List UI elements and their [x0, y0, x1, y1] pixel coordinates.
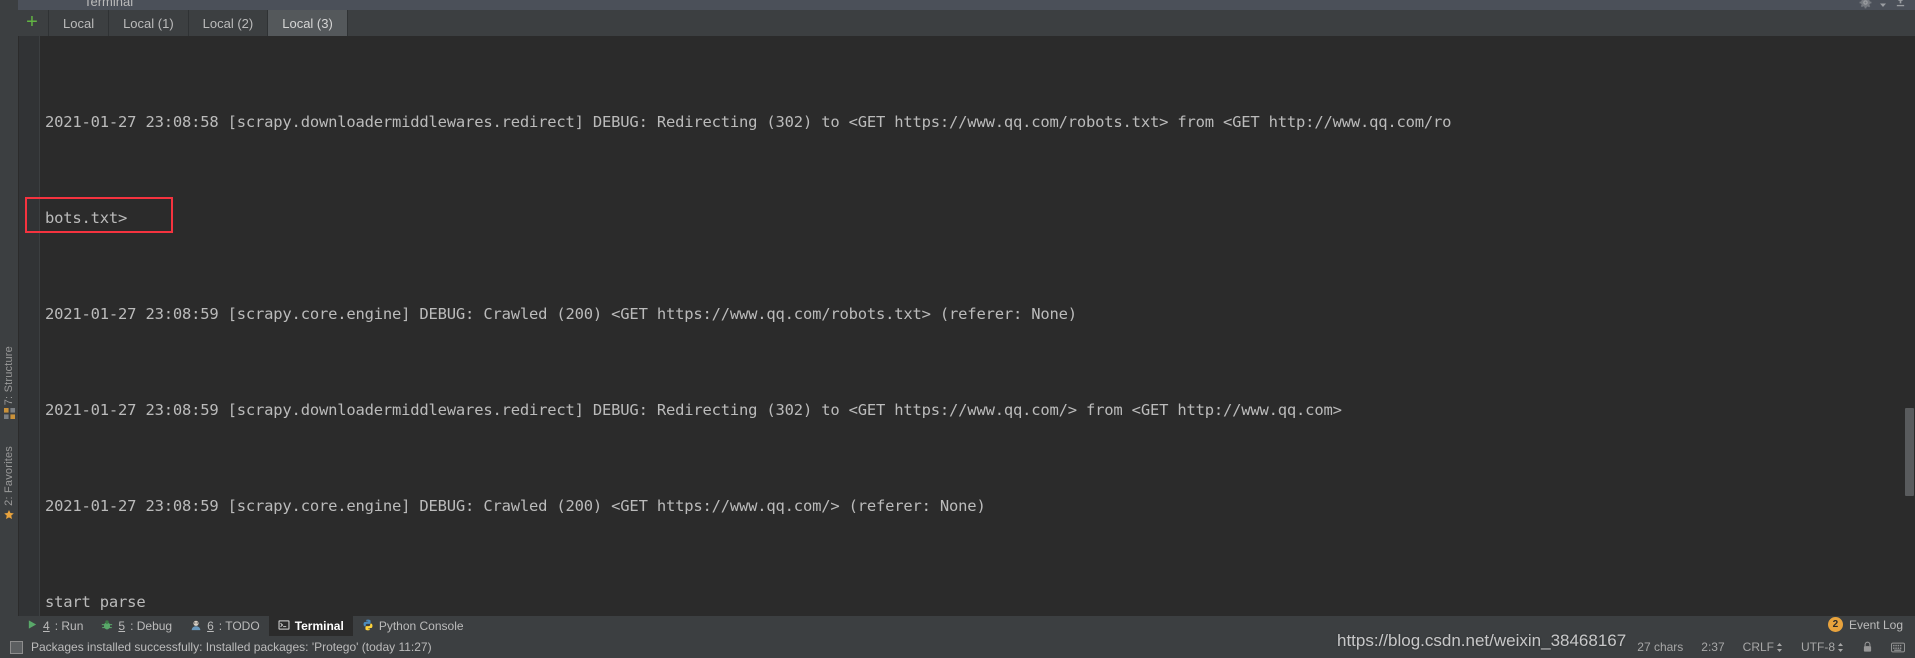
- status-caret-position[interactable]: 2:37: [1701, 640, 1724, 654]
- terminal-icon: [278, 619, 290, 634]
- bottom-item-python-console-label: Python Console: [378, 619, 464, 633]
- bottom-item-debug-label: : Debug: [130, 619, 173, 633]
- left-tool-strip: 7: Structure 2: Favorites: [0, 36, 19, 616]
- tab-local-3[interactable]: Local (3): [268, 10, 348, 36]
- terminal-scrollbar-thumb[interactable]: [1905, 408, 1914, 496]
- bottom-item-todo-label: : TODO: [218, 619, 260, 633]
- bottom-item-todo[interactable]: 6 : TODO: [181, 616, 269, 636]
- add-tab-button[interactable]: +: [22, 12, 42, 33]
- status-encoding-label: UTF-8: [1801, 640, 1835, 654]
- star-icon: [3, 509, 15, 521]
- updown-arrow-icon: [1838, 642, 1843, 652]
- terminal-panel[interactable]: 2021-01-27 23:08:58 [scrapy.downloadermi…: [19, 36, 1915, 616]
- sidebar-item-structure-label: 7: Structure: [3, 346, 15, 406]
- bottom-item-run[interactable]: 4 : Run: [18, 616, 92, 636]
- python-icon: [362, 619, 374, 634]
- terminal-gutter: [19, 36, 40, 616]
- play-icon: [27, 619, 38, 633]
- terminal-line: 2021-01-27 23:08:59 [scrapy.downloadermi…: [45, 401, 1342, 419]
- event-log-badge: 2: [1827, 617, 1843, 632]
- status-encoding[interactable]: UTF-8: [1801, 640, 1844, 654]
- terminal-line: 2021-01-27 23:08:59 [scrapy.core.engine]…: [45, 305, 1077, 323]
- hide-window-icon[interactable]: [1894, 0, 1907, 10]
- chevron-down-icon[interactable]: [1879, 0, 1887, 10]
- gear-icon[interactable]: [1859, 0, 1872, 10]
- updown-arrow-icon: [1777, 642, 1782, 652]
- status-bar: Packages installed successfully: Install…: [0, 636, 1915, 658]
- bottom-item-debug[interactable]: 5 : Debug: [92, 616, 181, 636]
- keyboard-icon[interactable]: [1891, 642, 1905, 653]
- status-bar-right: 27 chars 2:37 CRLF UTF-8: [1637, 636, 1905, 658]
- bottom-item-run-label: : Run: [54, 619, 84, 633]
- status-message: Packages installed successfully: Install…: [31, 640, 432, 654]
- tool-window-actions: [1859, 0, 1907, 10]
- tool-window-title: Terminal: [84, 0, 134, 9]
- bottom-item-run-mnemonic: 4: [43, 619, 50, 633]
- tool-window-header: Terminal: [0, 0, 1915, 10]
- status-line-separator-label: CRLF: [1742, 640, 1774, 654]
- status-line-separator[interactable]: CRLF: [1743, 640, 1783, 654]
- terminal-output[interactable]: 2021-01-27 23:08:58 [scrapy.downloadermi…: [45, 36, 1903, 616]
- event-log[interactable]: 2 Event Log: [1827, 617, 1903, 632]
- bottom-item-todo-mnemonic: 6: [207, 619, 214, 633]
- sidebar-item-favorites[interactable]: 2: Favorites: [0, 446, 18, 521]
- bottom-item-debug-mnemonic: 5: [118, 619, 126, 633]
- event-log-label: Event Log: [1848, 617, 1903, 632]
- lock-icon[interactable]: [1862, 641, 1873, 653]
- tab-local[interactable]: Local: [48, 10, 110, 36]
- bottom-item-terminal[interactable]: Terminal: [268, 616, 353, 636]
- structure-icon: [3, 408, 15, 420]
- todo-icon: [190, 619, 202, 634]
- tab-local-2[interactable]: Local (2): [188, 10, 269, 36]
- terminal-line-start-parse: start parse: [45, 593, 146, 611]
- sidebar-item-favorites-label: 2: Favorites: [3, 446, 15, 506]
- terminal-line: 2021-01-27 23:08:59 [scrapy.core.engine]…: [45, 497, 986, 515]
- bottom-item-python-console[interactable]: Python Console: [353, 616, 473, 636]
- bottom-tool-bar: 4 : Run 5 : Debug 6: TODO Terminal Python…: [0, 616, 1915, 636]
- ide-window: Terminal + Local Local (1) Local (2) Loc…: [0, 0, 1915, 658]
- header-left-filler: [0, 0, 18, 10]
- status-chars: 27 chars: [1637, 640, 1684, 654]
- sidebar-item-structure[interactable]: 7: Structure: [0, 346, 18, 420]
- terminal-tabs: Local Local (1) Local (2) Local (3): [48, 10, 348, 36]
- terminal-tab-strip: + Local Local (1) Local (2) Local (3): [0, 10, 1915, 36]
- terminal-line: bots.txt>: [45, 209, 128, 227]
- terminal-scrollbar[interactable]: [1904, 36, 1915, 616]
- bug-icon: [101, 619, 113, 634]
- bottom-item-terminal-label: Terminal: [294, 619, 344, 633]
- terminal-line: 2021-01-27 23:08:58 [scrapy.downloadermi…: [45, 113, 1452, 131]
- tab-local-1[interactable]: Local (1): [109, 10, 189, 36]
- status-message-icon[interactable]: [10, 640, 23, 654]
